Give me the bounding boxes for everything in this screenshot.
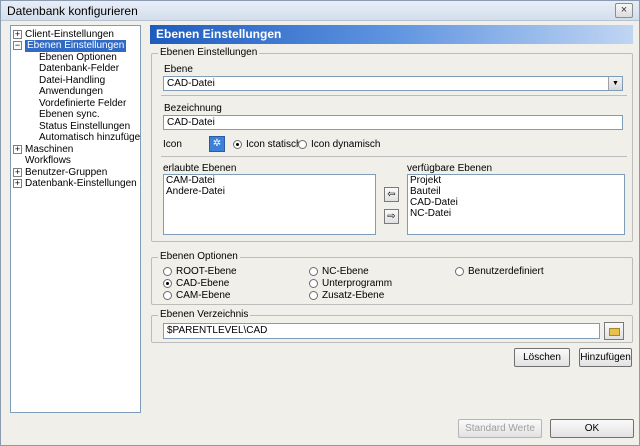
cam-ebene-radio[interactable] — [163, 291, 172, 300]
window-title: Datenbank konfigurieren — [7, 4, 138, 18]
add-button[interactable]: Hinzufügen — [579, 348, 632, 367]
expand-icon[interactable]: + — [13, 30, 22, 39]
root-ebene-radio[interactable] — [163, 267, 172, 276]
list-item[interactable]: CAD-Datei — [408, 197, 624, 208]
tree-item-label: Vordefinierte Felder — [39, 98, 127, 109]
move-right-button[interactable]: ⇨ — [384, 209, 399, 224]
panel-title: Ebenen Einstellungen — [156, 27, 282, 41]
directory-value: $PARENTLEVEL\CAD — [167, 325, 268, 336]
dialog-window: Datenbank konfigurieren × + Client-Einst… — [0, 0, 640, 446]
browse-folder-button[interactable] — [604, 322, 624, 340]
zusatz-ebene-radio[interactable] — [309, 291, 318, 300]
ok-button[interactable]: OK — [550, 419, 634, 438]
tree-item-label: Status Einstellungen — [39, 121, 131, 132]
allowed-layers-list[interactable]: CAM-Datei Andere-Datei — [163, 174, 376, 235]
icon-static-radio[interactable] — [233, 140, 242, 149]
layer-icon[interactable]: ✲ — [209, 136, 225, 152]
nc-ebene-radio[interactable] — [309, 267, 318, 276]
standard-values-button[interactable]: Standard Werte — [458, 419, 542, 438]
benutzerdefiniert-label: Benutzerdefiniert — [468, 266, 544, 277]
available-layers-label: verfügbare Ebenen — [407, 163, 493, 174]
tree-item-label: Automatisch hinzufügen — [39, 132, 141, 143]
list-item[interactable]: CAM-Datei — [164, 175, 375, 186]
panel-header: Ebenen Einstellungen — [150, 25, 633, 44]
directory-input[interactable]: $PARENTLEVEL\CAD — [163, 323, 600, 339]
expand-icon[interactable]: + — [13, 179, 22, 188]
tree-item-workflows[interactable]: Workflows — [25, 155, 71, 167]
bezeichnung-value: CAD-Datei — [167, 117, 215, 128]
list-item[interactable]: Projekt — [408, 175, 624, 186]
delete-button[interactable]: Löschen — [514, 348, 570, 367]
cam-ebene-label: CAM-Ebene — [176, 290, 231, 301]
directory-group-title: Ebenen Verzeichnis — [158, 309, 251, 320]
options-group-title: Ebenen Optionen — [158, 251, 240, 262]
available-layers-list[interactable]: Projekt Bauteil CAD-Datei NC-Datei — [407, 174, 625, 235]
close-button[interactable]: × — [615, 3, 633, 18]
tree-item-label: Workflows — [25, 155, 71, 166]
tree-item-label: Datenbank-Felder — [39, 63, 120, 74]
ebene-select-value: CAD-Datei — [167, 78, 215, 89]
icon-dynamic-label: Icon dynamisch — [311, 139, 381, 150]
ebene-select[interactable]: CAD-Datei ▼ — [163, 76, 623, 91]
expand-icon[interactable]: + — [13, 168, 22, 177]
tree-item-label: Datenbank-Einstellungen — [25, 178, 137, 189]
tree-item-ebenen-sync[interactable]: Ebenen sync. — [39, 109, 100, 121]
cad-ebene-label: CAD-Ebene — [176, 278, 230, 289]
tree-item-datenbank-felder[interactable]: Datenbank-Felder — [39, 63, 119, 75]
tree-item-label: Datei-Handling — [39, 75, 106, 86]
expand-icon[interactable]: + — [13, 145, 22, 154]
unterprogramm-radio[interactable] — [309, 279, 318, 288]
cad-ebene-radio[interactable] — [163, 279, 172, 288]
title-bar: Datenbank konfigurieren × — [1, 1, 639, 21]
list-item[interactable]: Bauteil — [408, 186, 624, 197]
divider — [161, 156, 627, 157]
root-ebene-label: ROOT-Ebene — [176, 266, 237, 277]
icon-dynamic-radio[interactable] — [298, 140, 307, 149]
tree-item-label: Ebenen Optionen — [39, 52, 117, 63]
tree-item-automatisch-hinzufuegen[interactable]: Automatisch hinzufügen — [39, 132, 141, 144]
folder-icon — [609, 328, 620, 336]
list-item[interactable]: Andere-Datei — [164, 186, 375, 197]
benutzerdefiniert-radio[interactable] — [455, 267, 464, 276]
unterprogramm-label: Unterprogramm — [322, 278, 393, 289]
tree-item-label: Anwendungen — [39, 86, 103, 97]
icon-label: Icon — [163, 139, 182, 150]
zusatz-ebene-label: Zusatz-Ebene — [322, 290, 385, 301]
move-left-button[interactable]: ⇦ — [384, 187, 399, 202]
bezeichnung-input[interactable]: CAD-Datei — [163, 115, 623, 130]
icon-static-label: Icon statisch — [246, 139, 302, 150]
bezeichnung-label: Bezeichnung — [164, 103, 222, 114]
ebene-label: Ebene — [164, 64, 193, 75]
collapse-icon[interactable]: − — [13, 41, 22, 50]
settings-group-title: Ebenen Einstellungen — [158, 47, 260, 58]
tree-item-label: Ebenen sync. — [39, 109, 100, 120]
list-item[interactable]: NC-Datei — [408, 208, 624, 219]
nc-ebene-label: NC-Ebene — [322, 266, 369, 277]
tree-item-label: Ebenen Einstellungen — [25, 40, 127, 52]
chevron-down-icon[interactable]: ▼ — [608, 77, 622, 90]
allowed-layers-label: erlaubte Ebenen — [163, 163, 237, 174]
divider — [161, 95, 627, 96]
navigation-tree[interactable]: + Client-Einstellungen − Ebenen Einstell… — [10, 25, 141, 413]
tree-item-anwendungen[interactable]: Anwendungen — [39, 86, 103, 98]
